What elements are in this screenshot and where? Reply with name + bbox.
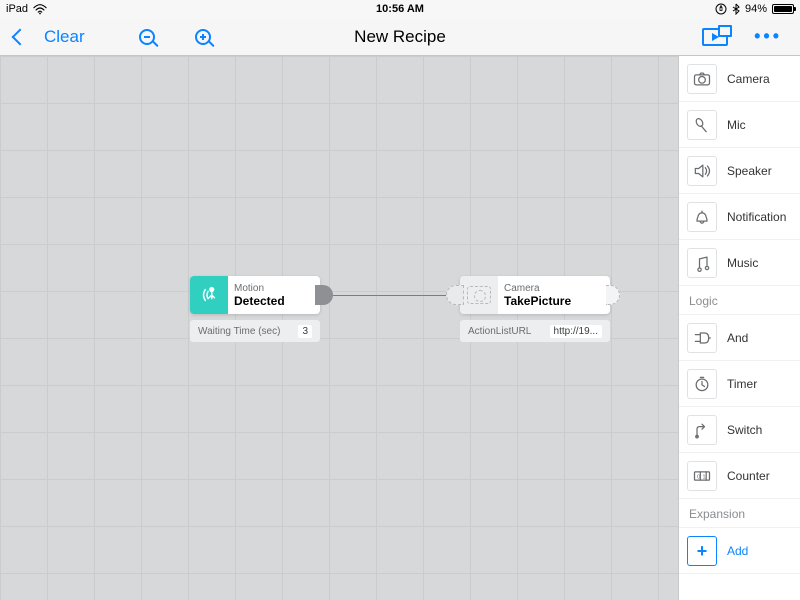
palette-label: Camera bbox=[727, 72, 770, 86]
status-device: iPad bbox=[6, 3, 28, 15]
zoom-in-icon[interactable] bbox=[195, 29, 211, 45]
ipad-status-bar: iPad 10:56 AM 94% bbox=[0, 0, 800, 18]
output-port[interactable] bbox=[315, 285, 333, 305]
palette-label: Mic bbox=[727, 118, 746, 132]
input-port[interactable] bbox=[446, 285, 464, 305]
palette-label: Speaker bbox=[727, 164, 772, 178]
recipe-canvas[interactable]: Motion Detected Waiting Time (sec) 3 Cam… bbox=[0, 56, 678, 600]
output-port[interactable] bbox=[606, 285, 620, 305]
palette-label: Switch bbox=[727, 423, 762, 437]
page-title: New Recipe bbox=[354, 27, 446, 47]
palette-label: Add bbox=[727, 544, 748, 558]
wifi-icon bbox=[33, 4, 47, 15]
timer-icon bbox=[687, 369, 717, 399]
counter-icon: 01 bbox=[687, 461, 717, 491]
node-title: TakePicture bbox=[504, 295, 571, 308]
palette-section-expansion: Expansion bbox=[679, 499, 800, 528]
connection-wire bbox=[328, 295, 460, 296]
mic-icon bbox=[687, 110, 717, 140]
param-value: http://19... bbox=[550, 325, 602, 338]
palette-label: Music bbox=[727, 256, 758, 270]
back-button[interactable] bbox=[12, 28, 29, 45]
and-gate-icon bbox=[687, 323, 717, 353]
plus-icon: + bbox=[687, 536, 717, 566]
param-label: Waiting Time (sec) bbox=[198, 326, 280, 337]
camera-icon bbox=[460, 276, 498, 314]
palette-item-music[interactable]: Music bbox=[679, 240, 800, 286]
palette-item-speaker[interactable]: Speaker bbox=[679, 148, 800, 194]
bell-icon bbox=[687, 202, 717, 232]
speaker-icon bbox=[687, 156, 717, 186]
battery-icon bbox=[772, 4, 794, 14]
zoom-out-icon[interactable] bbox=[139, 29, 155, 45]
clear-button[interactable]: Clear bbox=[44, 27, 85, 47]
camera-icon bbox=[687, 64, 717, 94]
battery-percent: 94% bbox=[745, 3, 767, 15]
node-motion[interactable]: Motion Detected Waiting Time (sec) 3 bbox=[190, 276, 320, 342]
palette-item-switch[interactable]: Switch bbox=[679, 407, 800, 453]
more-menu-icon[interactable]: ••• bbox=[754, 26, 782, 47]
palette-label: And bbox=[727, 331, 748, 345]
palette-item-notification[interactable]: Notification bbox=[679, 194, 800, 240]
palette-section-logic: Logic bbox=[679, 286, 800, 315]
palette-item-and[interactable]: And bbox=[679, 315, 800, 361]
palette-item-camera[interactable]: Camera bbox=[679, 56, 800, 102]
switch-icon bbox=[687, 415, 717, 445]
node-param-row[interactable]: Waiting Time (sec) 3 bbox=[190, 320, 320, 342]
orientation-lock-icon bbox=[715, 3, 727, 15]
run-recipe-icon[interactable] bbox=[702, 28, 728, 46]
status-clock: 10:56 AM bbox=[376, 3, 424, 15]
motion-icon bbox=[190, 276, 228, 314]
palette-label: Timer bbox=[727, 377, 757, 391]
navbar: Clear New Recipe ••• bbox=[0, 18, 800, 56]
palette-label: Notification bbox=[727, 210, 786, 224]
palette-item-counter[interactable]: 01 Counter bbox=[679, 453, 800, 499]
node-title: Detected bbox=[234, 295, 285, 308]
palette-label: Counter bbox=[727, 469, 770, 483]
param-value: 3 bbox=[298, 325, 312, 338]
bluetooth-icon bbox=[732, 3, 740, 15]
param-label: ActionListURL bbox=[468, 326, 531, 337]
palette-item-mic[interactable]: Mic bbox=[679, 102, 800, 148]
palette-item-add[interactable]: + Add bbox=[679, 528, 800, 574]
svg-text:1: 1 bbox=[702, 474, 705, 480]
music-icon bbox=[687, 248, 717, 278]
palette-item-timer[interactable]: Timer bbox=[679, 361, 800, 407]
node-camera[interactable]: Camera TakePicture ActionListURL http://… bbox=[460, 276, 610, 342]
node-param-row[interactable]: ActionListURL http://19... bbox=[460, 320, 610, 342]
component-palette: Camera Mic Speaker Notification Music Lo… bbox=[678, 56, 800, 600]
